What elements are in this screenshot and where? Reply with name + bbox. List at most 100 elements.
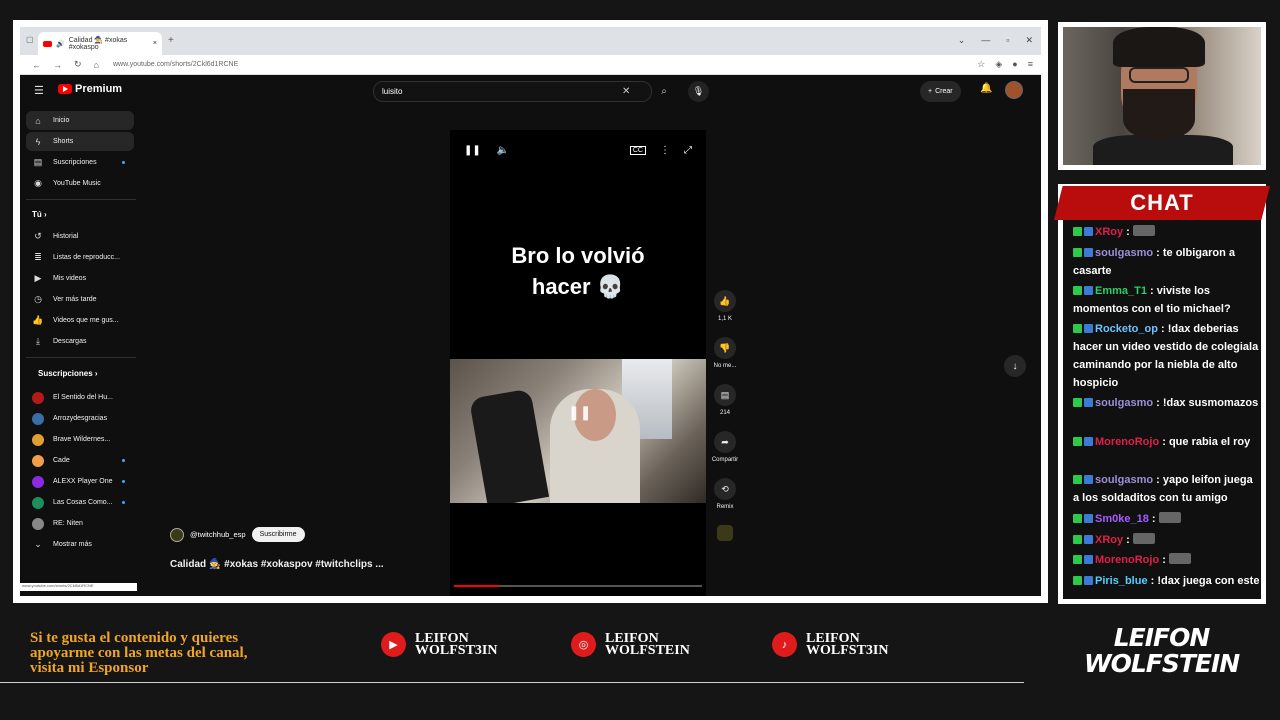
thumbs-down-icon: 👎 <box>714 337 736 359</box>
browser-tab[interactable]: 🔊 Calidad 🧙 #xokas #xokaspo × <box>38 32 162 55</box>
sound-button[interactable] <box>710 525 740 545</box>
show-more-button[interactable]: ⌄ Mostrar más <box>26 535 134 554</box>
sidebar-sub-item[interactable]: Cade <box>26 451 134 470</box>
sidebar-item-suscripciones[interactable]: ▤ Suscripciones <box>26 153 134 172</box>
sidebar-item-inicio[interactable]: ⌂ Inicio <box>26 111 134 130</box>
voice-search-button[interactable]: 🎙 <box>688 81 709 102</box>
sidebar-item-listas[interactable]: ≣ Listas de reproducc... <box>26 248 134 267</box>
sidebar-item-label: Shorts <box>53 138 74 145</box>
chat-username[interactable]: Emma_T1 <box>1095 285 1147 297</box>
comments-button[interactable]: ▤ 214 <box>710 384 740 416</box>
badge-icon <box>1084 398 1093 407</box>
tab-title: Calidad 🧙 #xokas #xokaspo <box>68 37 128 51</box>
profile-icon[interactable]: ● <box>1012 59 1017 70</box>
menu-icon[interactable]: ≡ <box>1028 59 1033 70</box>
youtube-logo[interactable]: Premium <box>58 83 122 95</box>
chat-username[interactable]: soulgasmo <box>1095 474 1153 486</box>
chat-message: Rocketo_op : !dax deberias hacer un vide… <box>1073 320 1261 392</box>
notifications-bell-icon[interactable]: 🔔 <box>980 83 992 94</box>
sidebar-sub-item[interactable]: El Sentido del Hu... <box>26 388 134 407</box>
browser-frame: ▢ 🔊 Calidad 🧙 #xokas #xokaspo × + ⌄ — ▫ … <box>13 20 1048 603</box>
sidebar-sub-item[interactable]: Brave Wildernes... <box>26 430 134 449</box>
chat-separator: : <box>1159 436 1169 448</box>
chat-username[interactable]: MorenoRojo <box>1095 436 1159 448</box>
sidebar-item-label: Cade <box>53 457 70 464</box>
short-title[interactable]: Calidad 🧙 #xokas #xokaspov #twitchclips … <box>170 559 384 570</box>
chat-username[interactable]: XRoy <box>1095 534 1123 546</box>
shorts-player[interactable]: ❚❚ 🔈 CC ⋮ ⤢ Bro lo volvió hacer 💀 ❚❚ <box>450 130 706 596</box>
search-box[interactable]: ✕ <box>373 81 652 102</box>
share-button[interactable]: ➦ Compartir <box>710 431 740 463</box>
maximize-icon[interactable]: ▫ <box>1006 35 1009 46</box>
arrow-down-icon: ↓ <box>1012 360 1018 372</box>
dislike-button[interactable]: 👎 No me... <box>710 337 740 369</box>
captions-icon[interactable]: CC <box>629 145 646 155</box>
tab-actions-icon[interactable]: ▢ <box>26 35 34 44</box>
like-button[interactable]: 👍 1,1 K <box>710 290 740 322</box>
create-button[interactable]: + Crear <box>920 81 961 102</box>
clear-search-icon[interactable]: ✕ <box>622 86 630 97</box>
chat-username[interactable]: Piris_blue <box>1095 575 1148 587</box>
sidebar-sub-item[interactable]: Arrozydesgracias <box>26 409 134 428</box>
more-options-icon[interactable]: ⋮ <box>660 145 670 156</box>
close-tab-icon[interactable]: × <box>153 40 157 47</box>
comment-icon: ▤ <box>714 384 736 406</box>
sidebar-item-label: Suscripciones <box>53 159 97 166</box>
hamburger-menu-icon[interactable]: ☰ <box>34 84 44 97</box>
emote-icon <box>1168 553 1191 564</box>
chat-separator: : <box>1123 534 1133 546</box>
sidebar-section-tu[interactable]: Tú › <box>32 210 47 219</box>
minimize-icon[interactable]: — <box>981 35 990 46</box>
progress-bar[interactable] <box>454 585 702 587</box>
badge-icon <box>1084 555 1093 564</box>
chat-username[interactable]: Sm0ke_18 <box>1095 513 1149 525</box>
channel-avatar <box>32 391 44 404</box>
sidebar-item-descargas[interactable]: ⤓ Descargas <box>26 332 134 351</box>
extensions-icon[interactable]: ◈ <box>995 59 1002 70</box>
chat-message: soulgasmo : !dax susmomazos <box>1073 394 1261 412</box>
next-short-button[interactable]: ↓ <box>1004 355 1026 377</box>
sidebar-item-ver-mas-tarde[interactable]: ◷ Ver más tarde <box>26 290 134 309</box>
tab-search-icon[interactable]: ⌄ <box>958 35 966 46</box>
pause-icon[interactable]: ❚❚ <box>464 145 481 156</box>
volume-icon[interactable]: 🔈 <box>497 145 509 156</box>
sidebar-item-shorts[interactable]: ϟ Shorts <box>26 132 134 151</box>
search-input[interactable] <box>382 87 622 96</box>
subscribe-button[interactable]: Suscribirme <box>251 527 305 542</box>
new-tab-button[interactable]: + <box>168 35 174 46</box>
site-info-icon[interactable]: ⌂ <box>94 60 99 70</box>
url-field[interactable]: www.youtube.com/shorts/2Ckl6d1RCNE <box>113 61 238 68</box>
sidebar-sub-item[interactable]: Las Cosas Como... <box>26 493 134 512</box>
sidebar-item-mis-videos[interactable]: ▶ Mis videos <box>26 269 134 288</box>
sidebar-sub-item[interactable]: RE: Niten <box>26 514 134 533</box>
new-content-dot <box>122 161 125 164</box>
chat-message: XRoy : <box>1073 223 1261 241</box>
chat-username[interactable]: soulgasmo <box>1095 397 1153 409</box>
sidebar-item-historial[interactable]: ↺ Historial <box>26 227 134 246</box>
forward-icon[interactable]: → <box>53 60 62 70</box>
subscriptions-icon: ▤ <box>33 157 43 167</box>
pause-overlay-icon: ❚❚ <box>568 404 592 420</box>
remix-button[interactable]: ⟲ Remix <box>710 478 740 510</box>
badge-icon <box>1073 535 1082 544</box>
sidebar-section-suscripciones[interactable]: Suscripciones › <box>38 369 98 378</box>
search-button[interactable]: ⌕ <box>652 81 676 102</box>
account-avatar[interactable] <box>1005 81 1023 99</box>
my-videos-icon: ▶ <box>34 273 42 283</box>
stream-overlay: ▢ 🔊 Calidad 🧙 #xokas #xokaspo × + ⌄ — ▫ … <box>0 0 1280 720</box>
chat-username[interactable]: Rocketo_op <box>1095 323 1158 335</box>
channel-avatar[interactable] <box>170 527 184 542</box>
back-icon[interactable]: ← <box>32 60 41 70</box>
chat-username[interactable]: soulgasmo <box>1095 247 1153 259</box>
reload-icon[interactable]: ↻ <box>74 59 82 70</box>
sidebar-item-videos-gustan[interactable]: 👍 Videos que me gus... <box>26 311 134 330</box>
sidebar-item-youtube-music[interactable]: ◉ YouTube Music <box>26 174 134 193</box>
fullscreen-icon[interactable]: ⤢ <box>684 145 692 156</box>
sidebar-sub-item[interactable]: ALEXX Player One <box>26 472 134 491</box>
bookmark-icon[interactable]: ☆ <box>977 59 985 70</box>
chat-message: Piris_blue : !dax juega con este <box>1073 572 1261 590</box>
channel-name[interactable]: @twitchhub_esp <box>190 530 246 539</box>
chat-username[interactable]: MorenoRojo <box>1095 554 1159 566</box>
close-window-icon[interactable]: ✕ <box>1025 35 1033 46</box>
chat-username[interactable]: XRoy <box>1095 226 1123 238</box>
